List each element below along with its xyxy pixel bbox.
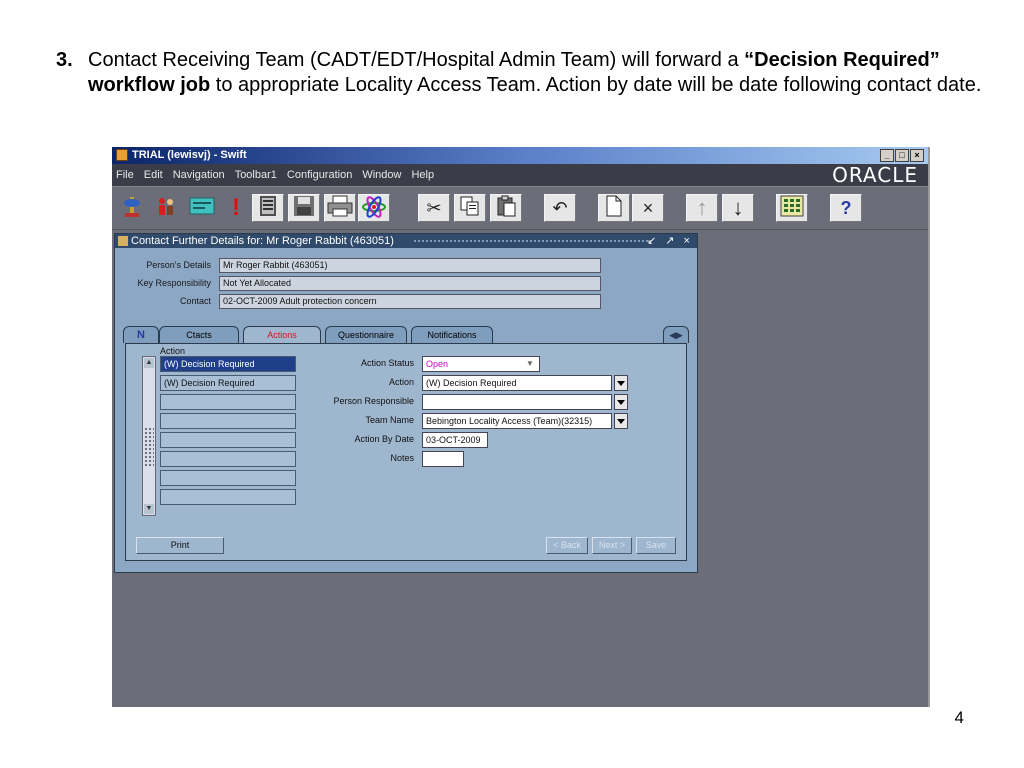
menu-toolbar[interactable]: Toolbar1 <box>235 164 277 186</box>
menu-file[interactable]: File <box>116 164 134 186</box>
action-label: Action <box>388 377 414 387</box>
tab-strip: N Ctacts Actions Questionnaire Notificat… <box>123 326 691 344</box>
print-button[interactable]: Print <box>136 537 224 554</box>
save-button[interactable]: Save <box>636 537 676 554</box>
new-document-icon[interactable] <box>598 194 630 222</box>
contact-details-form: Contact Further Details for: Mr Roger Ra… <box>114 233 698 573</box>
action-status-dropdown-icon[interactable]: ▼ <box>526 359 534 368</box>
persons-details-field: Mr Roger Rabbit (463051) <box>219 258 601 273</box>
help-icon[interactable]: ? <box>830 194 862 222</box>
key-responsibility-field: Not Yet Allocated <box>219 276 601 291</box>
maximize-button[interactable]: □ <box>895 149 909 162</box>
menu-bar: File Edit Navigation Toolbar1 Configurat… <box>112 164 928 186</box>
action-status-select[interactable]: Open <box>422 356 540 372</box>
action-list-scrollbar[interactable]: ▲ ▼ <box>142 356 156 516</box>
slide-instruction: 3. Contact Receiving Team (CADT/EDT/Hosp… <box>56 48 1006 98</box>
minimize-button[interactable]: _ <box>880 149 894 162</box>
team-name-dropdown-icon[interactable] <box>614 413 628 429</box>
window-title: TRIAL (lewisvj) - Swift <box>132 149 247 161</box>
copy-icon[interactable] <box>454 194 486 222</box>
page-number: 4 <box>954 708 964 727</box>
key-responsibility-label: Key Responsibility <box>137 278 211 288</box>
tab-notifications[interactable]: Notifications <box>411 326 493 343</box>
next-button[interactable]: Next > <box>592 537 632 554</box>
map-pin-icon[interactable] <box>116 194 148 222</box>
step-number: 3. <box>56 49 73 71</box>
people-icon[interactable] <box>150 194 182 222</box>
cut-icon[interactable]: ✂ <box>418 194 450 222</box>
instruction-text-1: Contact Receiving Team (CADT/EDT/Hospita… <box>88 49 745 71</box>
action-list-row[interactable] <box>160 470 296 486</box>
action-status-label: Action Status <box>360 358 414 368</box>
upload-icon[interactable]: ↑ <box>686 194 718 222</box>
form-titlebar[interactable]: Contact Further Details for: Mr Roger Ra… <box>115 234 697 248</box>
action-list-row[interactable] <box>160 413 296 429</box>
action-list-row[interactable] <box>160 432 296 448</box>
contact-field: 02-OCT-2009 Adult protection concern <box>219 294 601 309</box>
action-list-header: Action <box>160 346 186 356</box>
atom-icon[interactable] <box>358 194 390 222</box>
back-button[interactable]: < Back <box>546 537 588 554</box>
tab-questionnaire[interactable]: Questionnaire <box>325 326 407 343</box>
team-name-field[interactable]: Bebington Locality Access (Team)(32315) <box>422 413 612 429</box>
action-by-date-field[interactable]: 03-OCT-2009 <box>422 432 488 448</box>
delete-icon[interactable]: × <box>632 194 664 222</box>
team-name-label: Team Name <box>365 415 414 425</box>
close-button[interactable]: × <box>910 149 924 162</box>
person-responsible-dropdown-icon[interactable] <box>614 394 628 410</box>
alert-icon[interactable]: ! <box>220 194 252 222</box>
action-list-row[interactable] <box>160 451 296 467</box>
menu-navigation[interactable]: Navigation <box>173 164 225 186</box>
save-disk-icon[interactable] <box>288 194 320 222</box>
undo-icon[interactable]: ↶ <box>544 194 576 222</box>
person-responsible-label: Person Responsible <box>333 396 414 406</box>
tab-actions[interactable]: Actions <box>243 326 321 344</box>
action-by-date-label: Action By Date <box>354 434 414 444</box>
notes-field[interactable] <box>422 451 464 467</box>
menu-configuration[interactable]: Configuration <box>287 164 352 186</box>
form-icon <box>118 236 128 246</box>
notes-label: Notes <box>390 453 414 463</box>
actions-panel: Action ▲ ▼ (W) Decision Required (W) Dec… <box>125 343 687 561</box>
contact-label: Contact <box>179 296 211 306</box>
tab-scroll-arrows[interactable]: ◀▶ <box>663 326 689 343</box>
scroll-up-icon[interactable]: ▲ <box>144 358 154 368</box>
menu-edit[interactable]: Edit <box>144 164 163 186</box>
form-title: Contact Further Details for: Mr Roger Ra… <box>131 235 394 247</box>
toolbar: ! ✂ ↶ × ↑ ↓ ? <box>112 186 928 230</box>
scroll-down-icon[interactable]: ▼ <box>144 504 154 514</box>
tab-contacts[interactable]: Ctacts <box>159 326 239 343</box>
download-icon[interactable]: ↓ <box>722 194 754 222</box>
action-list-row[interactable] <box>160 394 296 410</box>
ledger-icon[interactable] <box>252 194 284 222</box>
action-dropdown-icon[interactable] <box>614 375 628 391</box>
action-list-row[interactable]: (W) Decision Required <box>160 356 296 372</box>
card-icon[interactable] <box>186 194 218 222</box>
window-edge <box>928 147 930 707</box>
person-responsible-field[interactable] <box>422 394 612 410</box>
java-app-icon <box>116 149 128 161</box>
scroll-grip[interactable] <box>144 427 154 467</box>
action-list-row[interactable]: (W) Decision Required <box>160 375 296 391</box>
persons-details-label: Person's Details <box>146 260 211 270</box>
form-window-controls[interactable]: ↙ ↗ × <box>647 234 693 248</box>
instruction-text-2: to appropriate Locality Access Team. Act… <box>210 74 982 96</box>
action-field[interactable]: (W) Decision Required <box>422 375 612 391</box>
window-titlebar[interactable]: TRIAL (lewisvj) - Swift _ □ × <box>112 147 928 164</box>
action-list-row[interactable] <box>160 489 296 505</box>
form-title-dots <box>413 239 651 243</box>
printer-icon[interactable] <box>324 194 356 222</box>
paste-icon[interactable] <box>490 194 522 222</box>
menu-window[interactable]: Window <box>362 164 401 186</box>
menu-help[interactable]: Help <box>411 164 434 186</box>
grid-icon[interactable] <box>776 194 808 222</box>
oracle-logo: ORACLE <box>832 163 918 187</box>
swift-app-window: TRIAL (lewisvj) - Swift _ □ × File Edit … <box>112 147 928 707</box>
tab-navigator[interactable]: N <box>123 326 159 343</box>
